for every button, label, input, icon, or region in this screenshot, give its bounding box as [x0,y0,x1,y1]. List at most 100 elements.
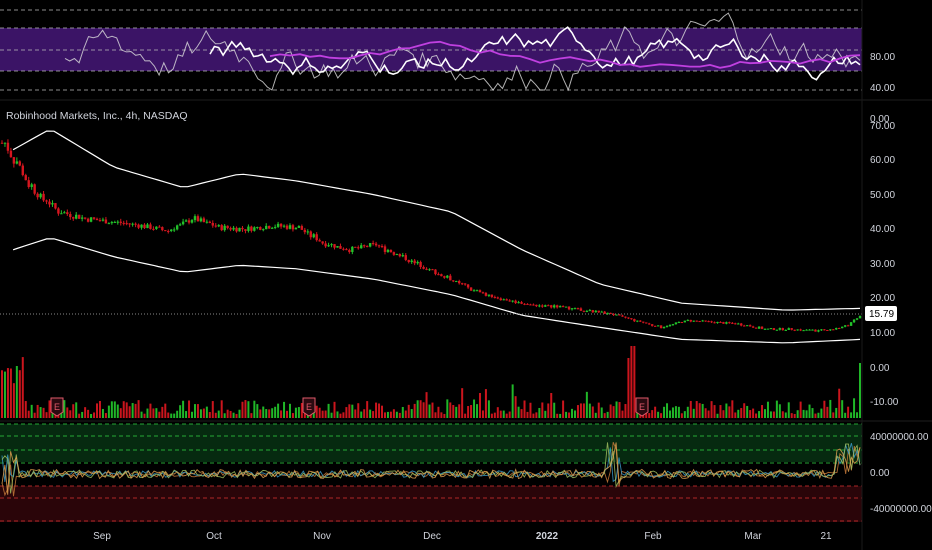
candle-body [686,319,690,321]
volume-bar [262,406,265,418]
candle-body [220,225,223,231]
candle-body [104,219,108,224]
volume-bar [594,412,597,418]
candle-body [814,329,817,332]
candle-body [303,229,307,233]
candle-body [564,306,568,308]
candle-body [846,325,850,327]
volume-bar [42,407,45,418]
candle-body [799,329,802,331]
volume-bar [784,412,787,418]
candle-body [517,302,520,304]
volume-bar [437,406,440,418]
volume-bar [425,392,428,418]
volume-bar [443,413,446,418]
candle-body [630,318,633,320]
time-tick-label: Feb [644,531,662,542]
volume-bar [449,402,452,418]
candle-body [342,248,345,250]
candle-body [627,317,630,319]
candle-body [449,275,452,281]
candle-body [469,287,473,291]
candle-body [689,319,692,322]
candle-body [363,245,366,247]
candle-body [158,226,161,228]
candle-body [532,304,535,306]
candle-body [196,216,200,222]
candle-body [659,325,663,329]
volume-bar [220,400,223,418]
volume-bar [48,400,51,418]
volume-bar [624,404,627,418]
volume-bar [63,400,66,418]
chart-canvas[interactable]: Robinhood Markets, Inc., 4h, NASDAQ EEE … [0,0,932,550]
candle-body [567,306,571,310]
volume-bar [568,412,571,418]
volume-bar [250,413,253,418]
candle-body [766,328,770,330]
volume-bar [470,405,473,418]
candle-body [466,284,470,288]
volume-bar [259,409,262,418]
candle-body [636,320,639,322]
volume-bar [680,413,683,418]
volume-bar [208,412,211,418]
volume-bar [707,410,710,418]
candle-body [208,221,212,223]
volume-bar [431,402,434,418]
volume-bar [116,404,119,418]
candle-body [737,323,740,325]
volume-bar [268,409,271,418]
volume-bar [101,408,104,418]
candle-body [315,234,318,241]
volume-bar [722,410,725,418]
volume-bar [119,408,122,418]
candle-body [113,221,117,223]
candle-body [0,142,4,144]
candle-body [75,214,78,219]
volume-bar [348,404,351,418]
volume-bar [820,408,823,418]
candle-body [294,227,298,230]
candle-body [273,226,277,228]
candle-body [172,229,176,231]
volume-bar [12,383,15,418]
volume-bar [752,408,755,418]
candle-body [164,230,167,232]
candle-body [535,304,538,307]
volume-bar [185,411,188,418]
volume-bar [211,401,214,418]
candle-body [576,308,580,310]
volume-bar [75,402,78,418]
candle-body [190,220,194,223]
volume-bar [835,407,838,418]
price-tick-label: 0.00 [870,363,890,374]
volume-bar [455,406,458,418]
volume-bar [149,403,152,418]
rsi-tick-label: 80.00 [870,52,895,63]
volume-bar [134,403,137,418]
volume-bar [357,403,360,418]
volume-bar [182,400,185,418]
candle-body [247,226,250,231]
candle-body [80,217,84,219]
volume-bar [363,409,366,418]
candle-body [205,221,209,223]
candle-body [829,329,832,331]
price-tick-label: 20.00 [870,293,895,304]
volume-bar [366,401,369,418]
candle-body [330,244,333,246]
volume-bar [39,407,42,418]
volume-bar [36,404,39,418]
volume-bar [802,409,805,418]
volume-bar [413,403,416,418]
candle-body [422,266,425,269]
candle-body [692,320,695,322]
candle-body [238,227,241,232]
candle-body [475,290,479,292]
volume-bar [72,404,75,418]
candle-body [570,308,574,310]
candle-body [170,229,173,232]
candle-body [520,302,523,304]
volume-bar [321,410,324,418]
